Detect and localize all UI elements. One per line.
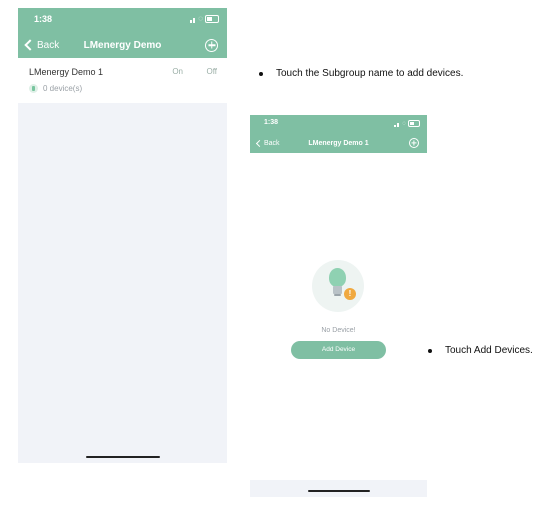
status-time: 1:38	[264, 119, 279, 126]
subgroup-name[interactable]: LMenergy Demo 1	[29, 67, 103, 77]
status-bar: 1:38 ◌	[250, 119, 427, 129]
wifi-icon: ◌	[198, 14, 203, 23]
instruction-subgroup: Touch the Subgroup name to add devices.	[259, 68, 463, 79]
app-header: 1:38 ◌ Back LMenergy Demo 1	[250, 115, 427, 153]
status-icons: ◌	[190, 15, 219, 23]
add-circle-icon[interactable]	[409, 138, 419, 148]
app-header: 1:38 ◌ Back LMenergy Demo	[18, 8, 227, 58]
bottom-area	[250, 480, 427, 497]
add-device-button[interactable]: Add Device	[291, 341, 386, 359]
bullet-icon	[428, 348, 432, 353]
on-button[interactable]: On	[172, 67, 183, 76]
navigation-bar: Back LMenergy Demo 1	[250, 136, 427, 150]
page-title: LMenergy Demo 1	[308, 139, 369, 147]
status-time: 1:38	[34, 14, 53, 24]
instruction-text: Touch the Subgroup name to add devices.	[276, 68, 464, 79]
status-bar: 1:38 ◌	[18, 14, 227, 26]
home-indicator	[308, 490, 370, 492]
add-circle-icon[interactable]	[205, 38, 218, 52]
wifi-icon: ◌	[402, 120, 406, 127]
instruction-text: Touch Add Devices.	[445, 345, 533, 356]
page-title: LMenergy Demo	[83, 39, 162, 51]
instruction-add-devices: Touch Add Devices.	[428, 345, 533, 356]
status-icons: ◌	[394, 120, 420, 127]
device-count: 0 device(s)	[29, 84, 82, 93]
battery-icon	[205, 15, 219, 23]
subgroup-list-screenshot: 1:38 ◌ Back LMenergy Demo LMenergy Demo …	[18, 8, 227, 463]
home-indicator	[86, 456, 160, 458]
warning-icon: !	[344, 288, 356, 300]
subgroup-row[interactable]: LMenergy Demo 1 On Off 0 device(s)	[18, 58, 227, 103]
signal-icon	[190, 16, 196, 23]
navigation-bar: Back LMenergy Demo	[18, 36, 227, 54]
off-button[interactable]: Off	[206, 67, 217, 76]
device-icon	[29, 84, 38, 93]
empty-message: No Device!	[321, 327, 356, 334]
empty-state: ! No Device! Add Device	[250, 153, 427, 480]
subgroup-detail-screenshot: 1:38 ◌ Back LMenergy Demo 1 ! No Device!…	[250, 115, 427, 497]
battery-icon	[408, 120, 420, 127]
device-count-label: 0 device(s)	[43, 84, 83, 93]
light-bulb-icon: !	[312, 260, 364, 312]
bullet-icon	[259, 71, 263, 76]
signal-icon	[394, 121, 400, 127]
